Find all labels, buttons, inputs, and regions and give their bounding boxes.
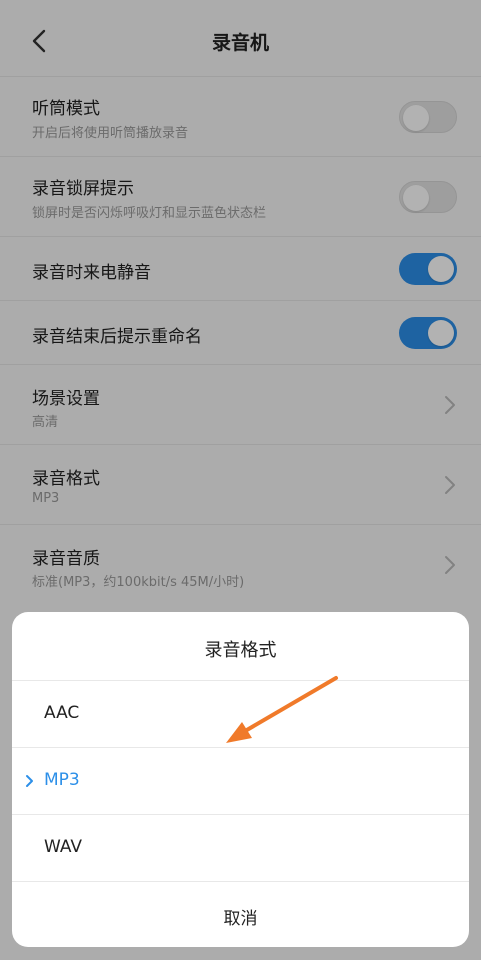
option-label: WAV [44, 837, 83, 857]
format-option-wav[interactable]: WAV [12, 814, 469, 881]
option-label: MP3 [44, 770, 80, 790]
dialog-title: 录音格式 [204, 640, 277, 661]
cancel-button[interactable]: 取消 [12, 881, 469, 947]
format-option-aac[interactable]: AAC [12, 680, 469, 747]
selected-chevron-icon [26, 775, 33, 787]
cancel-label: 取消 [223, 909, 258, 929]
format-option-mp3[interactable]: MP3 [12, 747, 469, 814]
format-dialog: 录音格式 AAC MP3 WAV 取消 [12, 612, 469, 947]
option-label: AAC [44, 703, 80, 723]
